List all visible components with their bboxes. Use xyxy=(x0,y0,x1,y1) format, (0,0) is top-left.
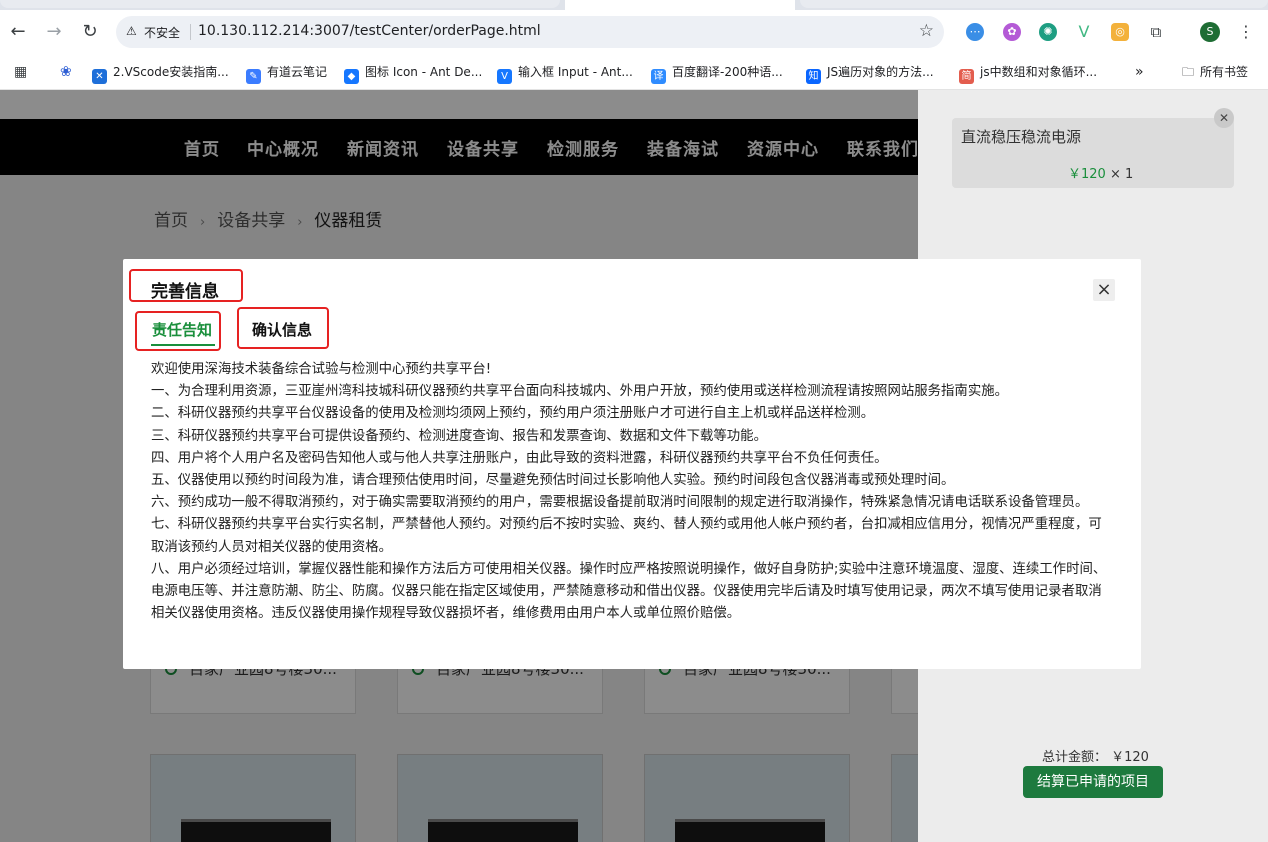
notice-paragraph: 六、预约成功一般不得取消预约，对于确实需要取消预约的用户，需要根据设备提前取消时… xyxy=(151,495,1089,511)
extensions-puzzle-icon[interactable]: ⧉ xyxy=(1147,23,1165,41)
zhihu-icon: 知 xyxy=(806,69,821,84)
vscode-icon: ✕ xyxy=(92,69,107,84)
complete-info-modal: 完善信息 × 责任告知 确认信息 欢迎使用深海技术装备综合试验与检测中心预约共享… xyxy=(123,259,1141,669)
extension-vue-icon[interactable]: V xyxy=(1075,23,1093,41)
notice-paragraph: 一、为合理利用资源，三亚崖州湾科技城科研仪器预约共享平台面向科技城内、外用户开放… xyxy=(151,384,1008,400)
cart-total: 总计金额： ￥120 xyxy=(1042,750,1149,765)
cart-item: 直流稳压稳流电源 ￥120 × 1 ✕ xyxy=(952,108,1234,188)
address-bar[interactable]: ⚠ 不安全 10.130.112.214:3007/testCenter/ord… xyxy=(116,16,944,48)
all-bookmarks[interactable]: 🗀 所有书签 xyxy=(1182,62,1248,82)
bookmark-star-icon[interactable]: ☆ xyxy=(919,21,934,41)
notice-paragraph: 四、用户将个人用户名及密码告知他人或与他人共享注册账户，由此导致的资料泄露，科研… xyxy=(151,450,888,466)
bookmark-item[interactable]: ✎ 有道云笔记 xyxy=(246,62,328,84)
forward-arrow-icon[interactable]: → xyxy=(43,21,65,43)
bookmark-item[interactable]: 译百度翻译-200种语... xyxy=(651,62,783,84)
price-value: ￥120 xyxy=(1068,167,1106,182)
browser-tab[interactable] xyxy=(0,0,560,8)
modal-title: 完善信息 xyxy=(151,282,219,302)
tab-responsibility-notice[interactable]: 责任告知 xyxy=(152,319,212,340)
more-bookmarks-button[interactable]: » xyxy=(1135,62,1144,82)
active-tab-indicator xyxy=(151,344,215,346)
warning-icon[interactable]: ⚠ xyxy=(126,24,137,38)
bookmark-label: 输入框 Input - Ant... xyxy=(518,65,633,79)
folder-icon: 🗀 xyxy=(1182,65,1195,79)
notice-paragraph: 五、仪器使用以预约时间段为准，请合理预估使用时间，尽量避免预估时间过长影响他人实… xyxy=(151,473,955,489)
remove-item-icon[interactable]: ✕ xyxy=(1214,108,1234,128)
bookmark-item[interactable]: V 输入框 Input - Ant... xyxy=(497,62,633,84)
baidu-translate-icon: 译 xyxy=(651,69,666,84)
checkout-button[interactable]: 结算已申请的项目 xyxy=(1023,766,1163,798)
extension-orange-icon[interactable]: ◎ xyxy=(1111,23,1129,41)
bookmarks-bar: ▦ ❀ ✕ 2.VScode安装指南... ✎ 有道云笔记 ◆ 图标 Icon - A… xyxy=(0,54,1268,90)
address-separator xyxy=(190,24,191,40)
bookmark-item[interactable]: ◆ 图标 Icon - Ant De... xyxy=(344,62,483,84)
cart-item-name: 直流稳压稳流电源 xyxy=(961,128,1082,146)
url-text[interactable]: 10.130.112.214:3007/testCenter/orderPage… xyxy=(198,23,541,39)
youdao-note-icon: ✎ xyxy=(246,69,261,84)
ant-design-icon: ◆ xyxy=(344,69,359,84)
notice-paragraph: 三、科研仪器预约共享平台可提供设备预约、检测进度查询、报告和发票查询、数据和文件… xyxy=(151,428,767,444)
bookmark-item[interactable]: ✕ 2.VScode安装指南... xyxy=(92,62,229,84)
bookmark-label: 有道云笔记 xyxy=(267,65,328,79)
reload-icon[interactable]: ↻ xyxy=(79,21,101,43)
bookmark-label: 2.VScode安装指南... xyxy=(113,65,229,79)
bookmark-label: js中数组和对象循环... xyxy=(980,65,1098,79)
all-bookmarks-label: 所有书签 xyxy=(1200,65,1249,79)
browser-tab[interactable] xyxy=(800,0,1268,8)
profile-avatar[interactable]: S xyxy=(1200,22,1220,42)
notice-text: 欢迎使用深海技术装备综合试验与检测中心预约共享平台! 一、为合理利用资源，三亚崖… xyxy=(151,359,1111,625)
back-arrow-icon[interactable]: ← xyxy=(7,21,29,43)
close-icon[interactable]: × xyxy=(1093,279,1115,301)
tab-confirm-info[interactable]: 确认信息 xyxy=(252,319,312,340)
quantity-value: × 1 xyxy=(1109,167,1134,182)
notice-paragraph: 欢迎使用深海技术装备综合试验与检测中心预约共享平台! xyxy=(151,362,492,377)
tab-strip xyxy=(0,0,1268,10)
notice-paragraph: 七、科研仪器预约共享平台实行实名制，严禁替他人预约。对预约后不按时实验、爽约、替… xyxy=(151,517,1102,555)
bookmark-label: JS遍历对象的方法... xyxy=(827,65,934,79)
bookmark-item[interactable]: 知 JS遍历对象的方法... xyxy=(806,62,934,84)
browser-menu-icon[interactable]: ⋮ xyxy=(1238,20,1254,44)
apps-grid-icon[interactable]: ▦ xyxy=(14,62,27,82)
bookmark-label: 图标 Icon - Ant De... xyxy=(365,65,483,79)
baidu-paw-icon[interactable]: ❀ xyxy=(60,62,72,82)
cart-item-price: ￥120 × 1 xyxy=(1068,163,1133,182)
bookmark-label: 百度翻译-200种语... xyxy=(672,65,783,79)
extension-openai-icon[interactable]: ✺ xyxy=(1039,23,1057,41)
bookmark-item[interactable]: 简 js中数组和对象循环... xyxy=(959,62,1098,84)
jianshu-icon: 简 xyxy=(959,69,974,84)
ant-design-icon: V xyxy=(497,69,512,84)
notice-paragraph: 二、科研仪器预约共享平台仪器设备的使用及检测均须网上预约，预约用户须注册账户才可… xyxy=(151,406,875,422)
extension-chat-icon[interactable]: ⋯ xyxy=(966,23,984,41)
notice-paragraph: 八、用户必须经过培训，掌握仪器性能和操作方法后方可使用相关仪器。操作时应严格按照… xyxy=(151,561,1107,622)
browser-toolbar: ← → ↻ ⚠ 不安全 10.130.112.214:3007/testCent… xyxy=(0,10,1268,54)
security-label[interactable]: 不安全 xyxy=(144,24,180,41)
browser-tab-active[interactable] xyxy=(565,0,795,10)
extension-brain-icon[interactable]: ✿ xyxy=(1003,23,1021,41)
